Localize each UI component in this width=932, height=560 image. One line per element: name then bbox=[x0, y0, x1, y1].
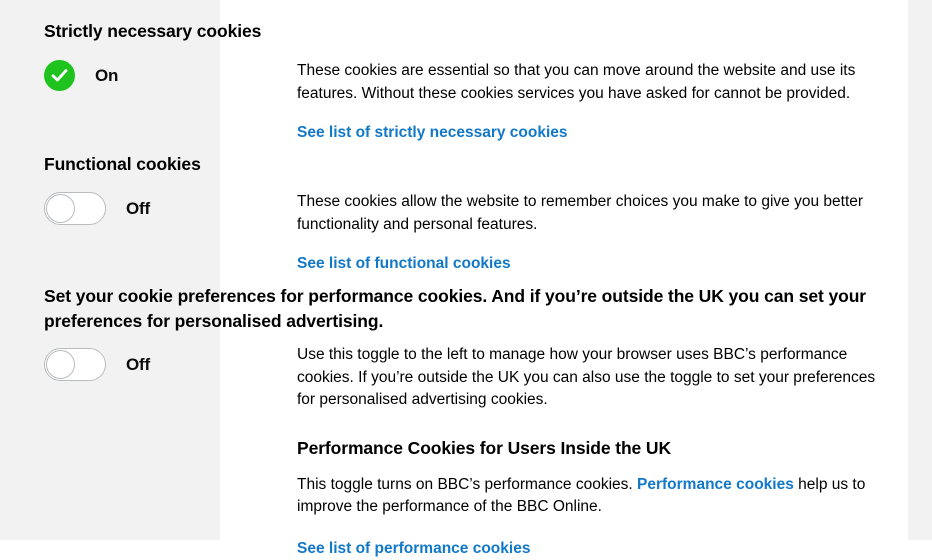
toggle-state-label-functional: Off bbox=[126, 198, 150, 218]
section-heading-strictly-necessary: Strictly necessary cookies bbox=[44, 21, 262, 41]
link-see-list-strictly-necessary[interactable]: See list of strictly necessary cookies bbox=[297, 122, 568, 144]
section-heading-performance: Set your cookie preferences for performa… bbox=[44, 286, 871, 331]
check-circle-icon bbox=[44, 60, 75, 91]
description-text-strictly-necessary: These cookies are essential so that you … bbox=[297, 62, 856, 102]
description-text-performance: Use this toggle to the left to manage ho… bbox=[297, 346, 876, 408]
performance-uk-text-before: This toggle turns on BBC’s performance c… bbox=[297, 475, 638, 493]
toggle-off-icon-functional[interactable] bbox=[44, 192, 106, 225]
description-performance: Use this toggle to the left to manage ho… bbox=[297, 344, 877, 560]
toggle-functional[interactable]: Off bbox=[44, 192, 150, 225]
cookie-preferences-page: Strictly necessary cookies On These cook… bbox=[0, 0, 932, 557]
toggle-state-label-performance: Off bbox=[126, 354, 150, 374]
cookie-settings-content: Strictly necessary cookies On These cook… bbox=[0, 0, 932, 557]
toggle-off-icon-performance[interactable] bbox=[44, 348, 106, 381]
description-text-performance-uk: This toggle turns on BBC’s performance c… bbox=[297, 474, 869, 519]
description-strictly-necessary: These cookies are essential so that you … bbox=[297, 60, 885, 144]
sub-heading-performance-uk: Performance Cookies for Users Inside the… bbox=[297, 437, 672, 458]
toggle-performance[interactable]: Off bbox=[44, 348, 150, 381]
link-performance-cookies-inline[interactable]: Performance cookies bbox=[637, 476, 794, 493]
toggle-knob bbox=[46, 194, 75, 223]
description-functional: These cookies allow the website to remem… bbox=[297, 191, 885, 275]
toggle-state-label-strictly-necessary: On bbox=[95, 65, 119, 85]
section-heading-functional: Functional cookies bbox=[44, 154, 201, 174]
description-text-functional: These cookies allow the website to remem… bbox=[297, 193, 864, 233]
link-see-list-functional[interactable]: See list of functional cookies bbox=[297, 253, 511, 275]
toggle-strictly-necessary: On bbox=[44, 60, 118, 91]
toggle-knob bbox=[46, 350, 75, 379]
link-see-list-performance[interactable]: See list of performance cookies bbox=[297, 538, 530, 560]
